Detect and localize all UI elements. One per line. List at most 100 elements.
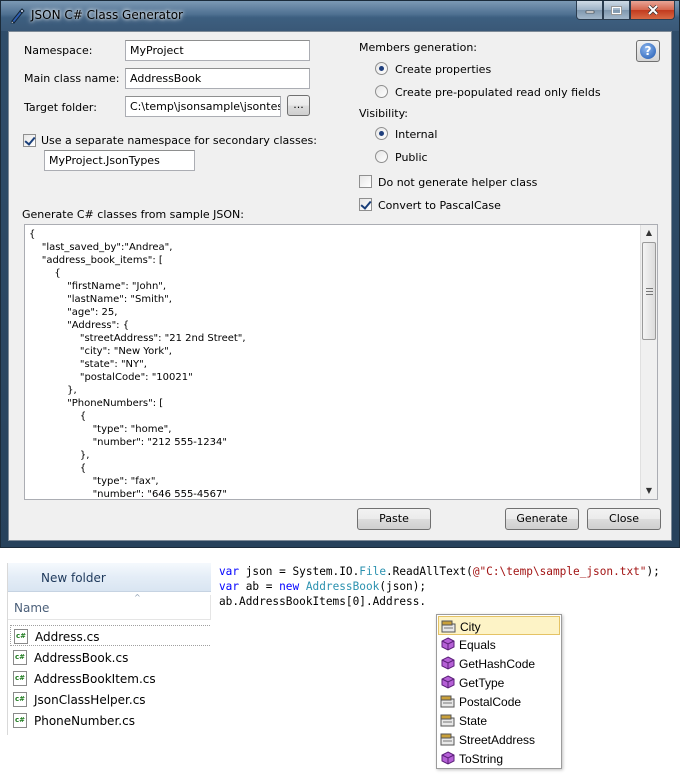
pascal-case-checkbox[interactable] <box>359 198 372 211</box>
keyword: var <box>219 565 240 578</box>
new-folder-button[interactable]: New folder <box>41 571 106 585</box>
members-generation-label: Members generation: <box>359 41 478 54</box>
csharp-file-icon: c# <box>13 713 27 728</box>
intellisense-popup: City Equals GetHashCode GetType PostalCo… <box>436 614 562 769</box>
intellisense-item[interactable]: City <box>438 616 560 635</box>
close-button[interactable]: Close <box>587 508 661 530</box>
scroll-thumb[interactable] <box>642 242 656 340</box>
intellisense-label: GetType <box>459 676 505 690</box>
scroll-up-arrow-icon[interactable]: ▲ <box>641 225 657 241</box>
json-textarea[interactable]: { "last_saved_by":"Andrea", "address_boo… <box>24 224 658 500</box>
code-line-1[interactable]: var json = System.IO.File.ReadAllText(@"… <box>219 565 660 578</box>
intellisense-item[interactable]: GetType <box>438 673 560 692</box>
code-editor[interactable]: var json = System.IO.File.ReadAllText(@"… <box>219 564 660 609</box>
secondary-namespace-input[interactable]: MyProject.JsonTypes <box>44 150 195 171</box>
pascal-case-label: Convert to PascalCase <box>378 199 501 212</box>
internal-label: Internal <box>395 128 438 141</box>
method-icon <box>441 656 455 670</box>
browse-button[interactable]: ... <box>287 95 310 116</box>
intellisense-item[interactable]: GetHashCode <box>438 654 560 673</box>
intellisense-item[interactable]: ToString <box>438 749 560 768</box>
minimize-icon <box>585 10 594 14</box>
csharp-file-icon: c# <box>13 650 27 665</box>
file-name: Address.cs <box>35 630 100 644</box>
create-properties-label: Create properties <box>395 63 492 76</box>
main-class-label: Main class name: <box>24 72 120 85</box>
type-name: File <box>359 565 386 578</box>
intellisense-label: ToString <box>459 752 504 766</box>
string-literal: @"C:\temp\sample_json.txt" <box>472 565 647 578</box>
method-icon <box>441 675 455 689</box>
intellisense-label: GetHashCode <box>459 657 536 671</box>
generator-window: JSON C# Class Generator Namespace: MyPro… <box>0 0 680 548</box>
method-icon <box>441 751 455 765</box>
property-icon <box>441 620 456 633</box>
visibility-label: Visibility: <box>359 107 409 120</box>
create-readonly-fields-label: Create pre-populated read only fields <box>395 86 601 99</box>
intellisense-label: StreetAddress <box>459 733 536 747</box>
no-helper-class-checkbox[interactable] <box>359 175 372 188</box>
file-row[interactable]: c# AddressBookItem.cs <box>10 668 210 689</box>
column-separator[interactable] <box>210 595 211 619</box>
code-line-2[interactable]: var ab = new AddressBook(json); <box>219 580 426 593</box>
scroll-down-arrow-icon[interactable]: ▼ <box>641 483 657 499</box>
name-column-header[interactable]: ^ Name <box>8 593 211 620</box>
file-row[interactable]: c# Address.cs <box>10 625 210 646</box>
close-window-button[interactable] <box>630 1 675 20</box>
intellisense-label: Equals <box>459 638 496 652</box>
public-radio[interactable] <box>375 150 388 163</box>
separate-namespace-checkbox[interactable] <box>23 134 36 147</box>
intellisense-item[interactable]: Equals <box>438 635 560 654</box>
property-icon <box>440 733 455 746</box>
app-icon <box>10 8 25 24</box>
file-row[interactable]: c# AddressBook.cs <box>10 647 210 668</box>
title-bar[interactable]: JSON C# Class Generator <box>1 1 679 31</box>
create-properties-radio[interactable] <box>375 62 388 75</box>
paste-button[interactable]: Paste <box>357 508 431 530</box>
property-icon <box>440 695 455 708</box>
file-name: JsonClassHelper.cs <box>34 693 146 707</box>
property-icon <box>440 714 455 727</box>
file-name: AddressBookItem.cs <box>34 672 156 686</box>
json-text[interactable]: { "last_saved_by":"Andrea", "address_boo… <box>29 228 246 499</box>
csharp-file-icon: c# <box>13 692 27 707</box>
intellisense-label: State <box>459 714 488 728</box>
code-text: json = System.IO. <box>239 565 360 578</box>
intellisense-item[interactable]: State <box>438 711 560 730</box>
target-folder-input[interactable]: C:\temp\jsonsample\jsontest\ <box>125 96 281 117</box>
create-readonly-fields-radio[interactable] <box>375 85 388 98</box>
sort-arrow-icon: ^ <box>134 593 141 602</box>
intellisense-label: PostalCode <box>459 695 522 709</box>
file-name: AddressBook.cs <box>34 651 129 665</box>
namespace-label: Namespace: <box>24 44 93 57</box>
sample-json-label: Generate C# classes from sample JSON: <box>22 208 244 221</box>
name-column-label: Name <box>14 601 50 615</box>
code-text: (json); <box>379 580 427 593</box>
file-name: PhoneNumber.cs <box>34 714 135 728</box>
code-line-3[interactable]: ab.AddressBookItems[0].Address. <box>219 595 426 608</box>
keyword: new <box>279 580 300 593</box>
dialog-client-area: Namespace: MyProject Main class name: Ad… <box>8 31 672 541</box>
minimize-button[interactable] <box>576 1 603 20</box>
generate-button[interactable]: Generate <box>505 508 579 530</box>
internal-radio[interactable] <box>375 127 388 140</box>
file-explorer: New folder ^ Name c# Address.cs c# Addre… <box>7 563 211 735</box>
intellisense-item[interactable]: PostalCode <box>438 692 560 711</box>
maximize-button[interactable] <box>603 1 630 20</box>
help-button[interactable]: ? <box>636 40 660 62</box>
file-row[interactable]: c# PhoneNumber.cs <box>10 710 210 731</box>
file-row[interactable]: c# JsonClassHelper.cs <box>10 689 210 710</box>
intellisense-item[interactable]: StreetAddress <box>438 730 560 749</box>
code-text: ab = <box>239 580 280 593</box>
type-name: AddressBook <box>305 580 380 593</box>
json-scrollbar[interactable]: ▲ ▼ <box>640 225 657 499</box>
caption-buttons <box>576 1 675 21</box>
namespace-input[interactable]: MyProject <box>125 40 310 61</box>
public-label: Public <box>395 151 428 164</box>
keyword: var <box>219 580 240 593</box>
csharp-file-icon: c# <box>13 671 27 686</box>
close-icon <box>647 5 658 15</box>
main-class-input[interactable]: AddressBook <box>125 68 310 89</box>
no-helper-class-label: Do not generate helper class <box>378 176 538 189</box>
